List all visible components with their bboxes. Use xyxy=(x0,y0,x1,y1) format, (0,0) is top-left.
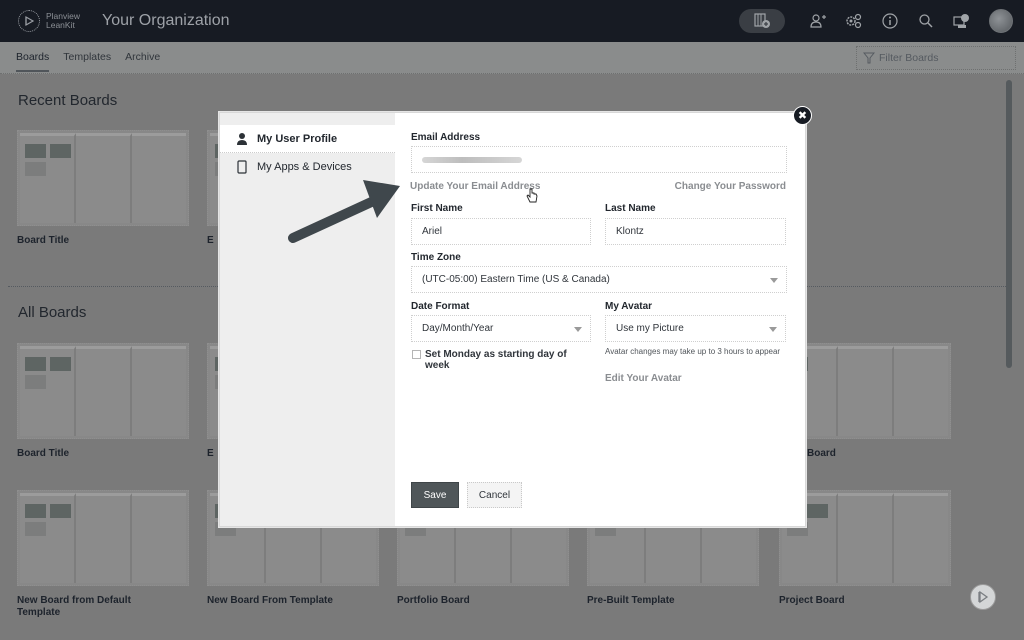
top-icons xyxy=(739,0,1024,42)
board-card[interactable]: Board Title xyxy=(17,343,189,460)
change-password-link[interactable]: Change Your Password xyxy=(675,181,786,192)
profile-form: Email Address Update Your Email Address … xyxy=(395,113,805,526)
date-format-select[interactable]: Day/Month/Year xyxy=(411,315,591,342)
sidebar-item-my-user-profile[interactable]: My User Profile xyxy=(220,125,395,153)
avatar-select[interactable]: Use my Picture xyxy=(605,315,786,342)
first-name-label: First Name xyxy=(411,203,463,214)
settings-button[interactable] xyxy=(843,10,865,32)
board-title: New Board from Default Template xyxy=(17,595,131,618)
page-scrollbar[interactable] xyxy=(1006,80,1012,368)
board-title: Project Board xyxy=(779,595,845,606)
avatar-value: Use my Picture xyxy=(616,323,684,334)
add-user-button[interactable] xyxy=(807,10,829,32)
board-card[interactable]: New Board from Default Template xyxy=(17,490,189,619)
add-board-button[interactable] xyxy=(739,9,785,33)
hand-cursor-icon xyxy=(526,188,538,203)
sub-navigation: Boards Templates Archive Filter Boards xyxy=(0,42,1024,74)
info-button[interactable] xyxy=(879,10,901,32)
notifications-icon xyxy=(953,14,969,28)
search-button[interactable] xyxy=(915,10,937,32)
search-icon xyxy=(919,14,933,28)
email-label: Email Address xyxy=(411,132,481,143)
logo-icon xyxy=(18,10,40,32)
add-board-icon xyxy=(754,13,770,28)
recent-boards-title: Recent Boards xyxy=(18,92,118,109)
logo-text: Planview LeanKit xyxy=(46,12,80,30)
close-icon: ✖ xyxy=(797,110,808,122)
board-title: New Board From Template xyxy=(207,595,333,606)
tab-boards[interactable]: Boards xyxy=(16,51,50,72)
date-format-label: Date Format xyxy=(411,301,470,312)
mobile-device-icon xyxy=(235,160,249,174)
cancel-button[interactable]: Cancel xyxy=(467,482,522,508)
logo-line2: LeanKit xyxy=(46,20,75,30)
board-card[interactable]: Board Title xyxy=(17,130,189,247)
board-thumbnail xyxy=(17,490,189,586)
board-title: Board Title xyxy=(17,235,70,246)
edit-avatar-link[interactable]: Edit Your Avatar xyxy=(605,373,682,384)
chevron-down-icon xyxy=(769,327,777,332)
last-name-value: Klontz xyxy=(616,226,644,237)
org-title: Your Organization xyxy=(102,12,230,29)
tab-templates[interactable]: Templates xyxy=(63,51,111,72)
annotation-arrow-icon xyxy=(288,180,400,243)
update-email-link[interactable]: Update Your Email Address xyxy=(410,181,540,192)
board-title: Board Title xyxy=(17,448,70,459)
avatar-hint: Avatar changes may take up to 3 hours to… xyxy=(605,347,781,356)
board-title: Portfolio Board xyxy=(397,595,470,606)
filter-funnel-icon xyxy=(863,52,875,64)
email-field[interactable] xyxy=(411,146,787,173)
chevron-down-icon xyxy=(770,278,778,283)
chevron-down-icon xyxy=(574,327,582,332)
board-title: Pre-Built Template xyxy=(587,595,675,606)
timezone-label: Time Zone xyxy=(411,252,461,263)
user-profile-modal: My User Profile My Apps & Devices Email … xyxy=(219,112,806,527)
first-name-input[interactable]: Ariel xyxy=(411,218,591,245)
planview-leankit-logo[interactable]: Planview LeanKit xyxy=(18,10,80,32)
first-name-value: Ariel xyxy=(422,226,443,237)
tab-archive[interactable]: Archive xyxy=(125,51,160,72)
last-name-input[interactable]: Klontz xyxy=(605,218,786,245)
monday-start-checkbox[interactable] xyxy=(412,350,421,359)
all-boards-title: All Boards xyxy=(18,304,87,321)
info-icon xyxy=(882,13,898,29)
avatar-label: My Avatar xyxy=(605,301,653,312)
email-value-blurred xyxy=(422,156,522,163)
sidebar-item-my-apps-devices[interactable]: My Apps & Devices xyxy=(220,153,395,181)
timezone-select[interactable]: (UTC-05:00) Eastern Time (US & Canada) xyxy=(411,266,787,293)
help-launcher-button[interactable] xyxy=(970,584,996,610)
monday-start-label[interactable]: Set Monday as starting day of week xyxy=(425,349,575,371)
board-thumbnail xyxy=(17,343,189,439)
date-format-value: Day/Month/Year xyxy=(422,323,494,334)
user-avatar[interactable] xyxy=(989,9,1013,33)
user-icon xyxy=(235,132,249,145)
board-thumbnail xyxy=(17,130,189,226)
add-user-icon xyxy=(810,14,826,28)
close-modal-button[interactable]: ✖ xyxy=(793,106,812,125)
last-name-label: Last Name xyxy=(605,203,656,214)
leankit-play-icon xyxy=(978,590,989,604)
sidebar-item-label: My Apps & Devices xyxy=(257,161,352,173)
filter-placeholder: Filter Boards xyxy=(879,52,939,64)
subnav-tabs: Boards Templates Archive xyxy=(16,51,174,72)
settings-gears-icon xyxy=(846,13,862,29)
top-bar: Planview LeanKit Your Organization xyxy=(0,0,1024,42)
sidebar-item-label: My User Profile xyxy=(257,132,338,145)
timezone-value: (UTC-05:00) Eastern Time (US & Canada) xyxy=(422,274,610,285)
save-button[interactable]: Save xyxy=(411,482,459,508)
modal-sidebar: My User Profile My Apps & Devices xyxy=(220,113,395,526)
notifications-button[interactable] xyxy=(951,10,973,32)
filter-boards-input[interactable]: Filter Boards xyxy=(856,46,1016,70)
